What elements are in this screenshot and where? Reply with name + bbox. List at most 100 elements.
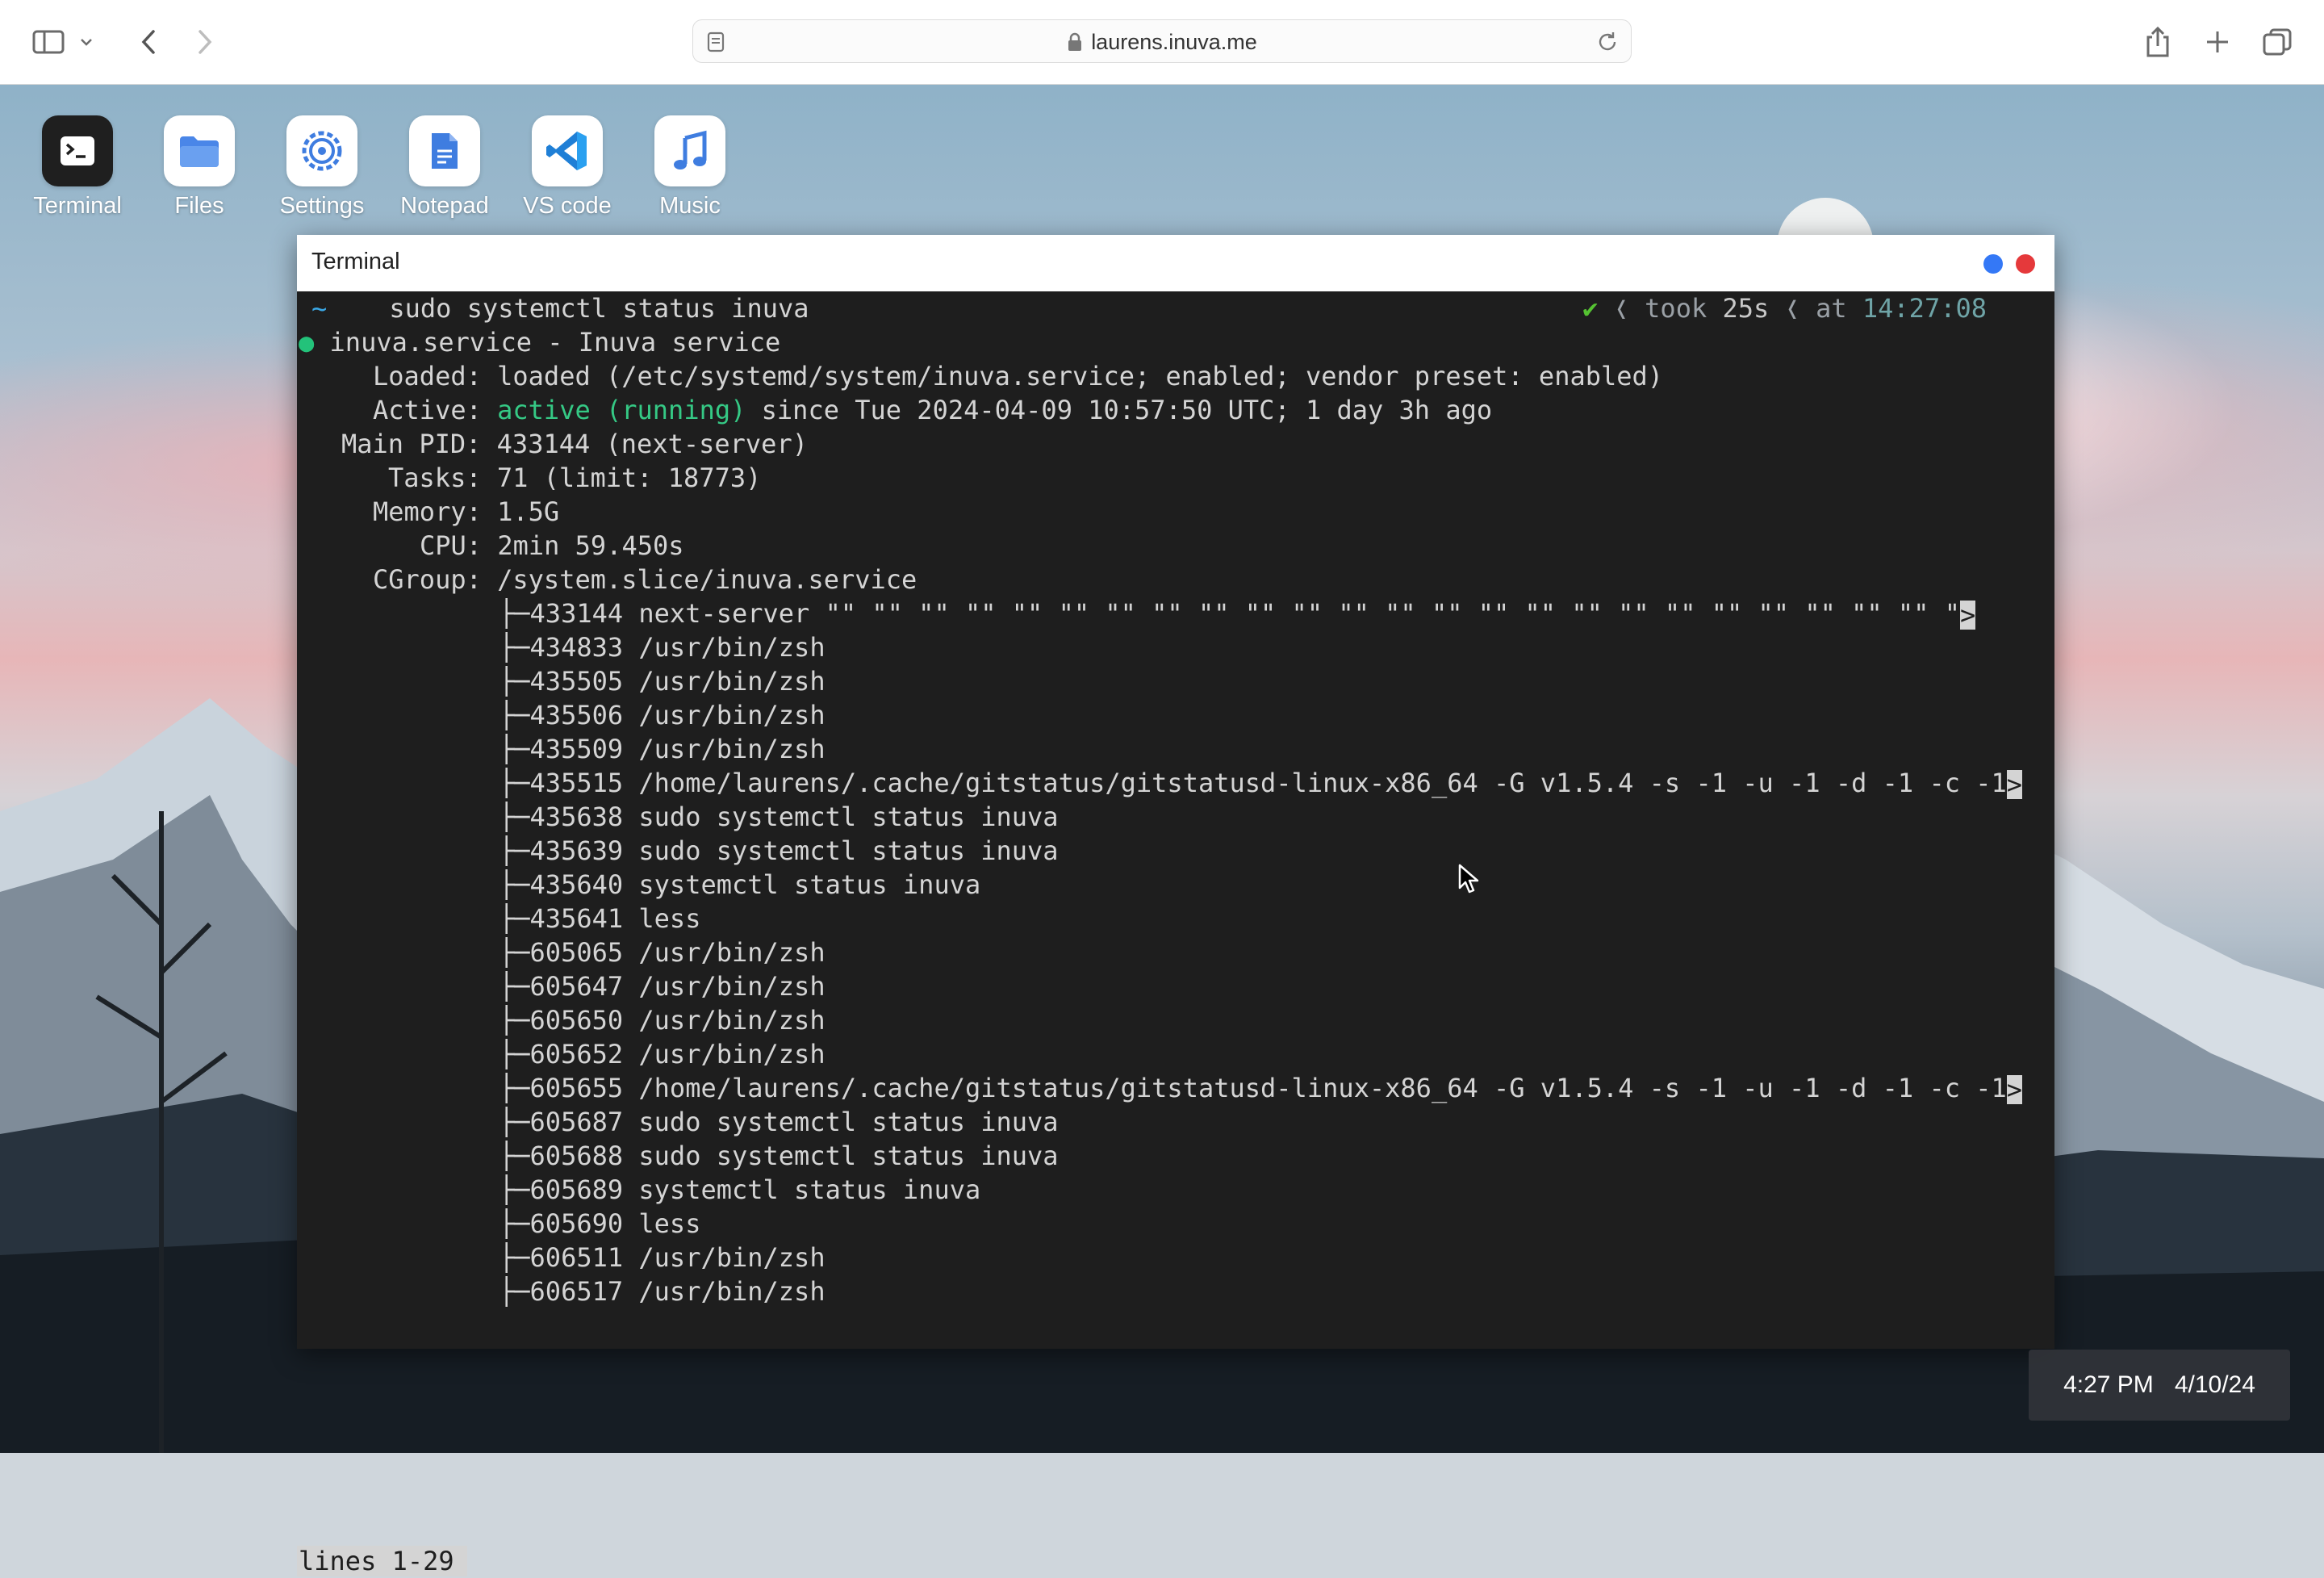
- close-button[interactable]: [2016, 254, 2035, 274]
- loaded-line: Loaded: loaded (/etc/systemd/system/inuv…: [373, 359, 1663, 393]
- tasks-line: Tasks: 71 (limit: 18773): [388, 461, 761, 495]
- process-pid: 435639: [529, 835, 624, 866]
- took-label: took: [1645, 293, 1707, 324]
- process-command: /usr/bin/zsh: [638, 700, 826, 730]
- process-row: ├─435639 sudo systemctl status inuva: [499, 834, 1059, 868]
- mainpid-line: Main PID: 433144 (next-server): [341, 427, 808, 461]
- memory-label: Memory:: [373, 496, 482, 527]
- took-value: 25s: [1722, 293, 1770, 324]
- terminal-output[interactable]: ~ sudo systemctl status inuva ✔ ❬ took 2…: [297, 291, 2054, 1576]
- sidebar-toggle-icon[interactable]: [27, 21, 69, 63]
- active-line: Active: active (running) since Tue 2024-…: [373, 393, 1492, 427]
- chevron-down-icon[interactable]: [74, 21, 98, 63]
- share-icon[interactable]: [2137, 21, 2179, 63]
- loaded-label: Loaded:: [373, 361, 482, 391]
- service-header: ● inuva.service - Inuva service: [299, 325, 780, 359]
- process-pid: 435505: [529, 666, 624, 697]
- dock-item-notepad[interactable]: Notepad: [392, 115, 497, 228]
- process-row: ├─606517 /usr/bin/zsh: [499, 1275, 826, 1308]
- process-pid: 435506: [529, 700, 624, 730]
- process-tree-branch: ├─: [499, 1073, 530, 1103]
- minimize-button[interactable]: [1983, 254, 2003, 274]
- terminal-title: Terminal: [311, 249, 400, 274]
- active-label: Active:: [373, 395, 482, 425]
- process-command: systemctl status inuva: [638, 1174, 981, 1205]
- process-row: ├─435509 /usr/bin/zsh: [499, 732, 826, 766]
- process-pid: 605688: [529, 1141, 624, 1171]
- process-pid: 605647: [529, 971, 624, 1002]
- process-row: ├─605689 systemctl status inuva: [499, 1173, 980, 1207]
- folder-icon[interactable]: [164, 115, 235, 186]
- dock-item-settings[interactable]: Settings: [270, 115, 374, 228]
- process-row: ├─435505 /usr/bin/zsh: [499, 664, 826, 698]
- process-pid: 605065: [529, 937, 624, 968]
- back-icon[interactable]: [127, 21, 169, 63]
- process-pid: 606511: [529, 1242, 624, 1273]
- terminal-window[interactable]: Terminal ~ sudo systemctl status inuva ✔…: [297, 235, 2054, 1576]
- terminal-icon[interactable]: [42, 115, 113, 186]
- process-row: ├─435515 /home/laurens/.cache/gitstatus/…: [499, 766, 2023, 800]
- process-tree-branch: ├─: [499, 1242, 530, 1273]
- process-row: ├─435638 sudo systemctl status inuva: [499, 800, 1059, 834]
- vscode-icon[interactable]: [532, 115, 603, 186]
- process-row: ├─433144 next-server "" "" "" "" "" "" "…: [499, 596, 1976, 630]
- browser-toolbar: laurens.inuva.me: [0, 0, 2324, 85]
- terminal-titlebar[interactable]: Terminal: [297, 235, 2054, 291]
- cgroup-value: /system.slice/inuva.service: [497, 564, 917, 595]
- document-icon[interactable]: [409, 115, 480, 186]
- process-row: ├─605655 /home/laurens/.cache/gitstatus/…: [499, 1071, 2023, 1105]
- url-text: laurens.inuva.me: [1091, 29, 1257, 54]
- process-tree-branch: ├─: [499, 903, 530, 934]
- prompt-tilde: ~: [311, 293, 328, 324]
- dock-item-vscode[interactable]: VS code: [515, 115, 620, 228]
- dock-label-terminal: Terminal: [33, 193, 122, 219]
- truncation-marker: >: [2006, 769, 2023, 800]
- loaded-value: loaded (/etc/systemd/system/inuva.servic…: [497, 361, 1664, 391]
- memory-value: 1.5G: [497, 496, 560, 527]
- process-command: /usr/bin/zsh: [638, 666, 826, 697]
- process-tree-branch: ├─: [499, 632, 530, 663]
- process-pid: 433144: [529, 598, 624, 629]
- process-tree-branch: ├─: [499, 1039, 530, 1069]
- process-command: /usr/bin/zsh: [638, 1039, 826, 1069]
- active-since: since Tue 2024-04-09 10:57:50 UTC; 1 day…: [761, 395, 1493, 425]
- process-tree-branch: ├─: [499, 1276, 530, 1307]
- at-label: at: [1816, 293, 1847, 324]
- dock-item-music[interactable]: Music: [637, 115, 742, 228]
- reload-icon[interactable]: [1595, 30, 1620, 54]
- new-tab-icon[interactable]: [2197, 21, 2238, 63]
- dock-item-files[interactable]: Files: [147, 115, 252, 228]
- cgroup-line: CGroup: /system.slice/inuva.service: [373, 563, 917, 596]
- process-tree-branch: ├─: [499, 734, 530, 764]
- process-row: ├─605690 less: [499, 1207, 700, 1241]
- process-pid: 605689: [529, 1174, 624, 1205]
- process-pid: 434833: [529, 632, 624, 663]
- process-pid: 605690: [529, 1208, 624, 1239]
- process-command: /usr/bin/zsh: [638, 1005, 826, 1036]
- process-command: /usr/bin/zsh: [638, 937, 826, 968]
- dock-label-settings: Settings: [279, 193, 365, 219]
- url-display[interactable]: laurens.inuva.me: [693, 20, 1631, 64]
- pager-indicator-text: lines 1-29: [297, 1546, 467, 1576]
- process-tree-branch: ├─: [499, 666, 530, 697]
- process-pid: 605650: [529, 1005, 624, 1036]
- clock-widget[interactable]: 4:27 PM 4/10/24: [2029, 1350, 2290, 1421]
- tasks-value: 71 (limit: 18773): [496, 463, 762, 493]
- process-command: next-server "" "" "" "" "" "" "" "" "" "…: [638, 598, 1960, 629]
- clock-date: 4/10/24: [2174, 1371, 2255, 1398]
- process-command: systemctl status inuva: [638, 869, 981, 900]
- process-command: sudo systemctl status inuva: [638, 835, 1059, 866]
- process-pid: 435638: [529, 802, 624, 832]
- process-pid: 435641: [529, 903, 624, 934]
- prompt-command: sudo systemctl status inuva: [389, 293, 809, 324]
- process-row: ├─605650 /usr/bin/zsh: [499, 1003, 826, 1037]
- process-row: ├─605065 /usr/bin/zsh: [499, 935, 826, 969]
- dock-item-terminal[interactable]: Terminal: [25, 115, 130, 228]
- music-note-icon[interactable]: [654, 115, 725, 186]
- process-pid: 605655: [529, 1073, 624, 1103]
- address-bar[interactable]: laurens.inuva.me: [692, 19, 1632, 63]
- gear-icon[interactable]: [286, 115, 357, 186]
- forward-icon[interactable]: [184, 21, 226, 63]
- tab-overview-icon[interactable]: [2256, 21, 2298, 63]
- process-tree-branch: ├─: [499, 937, 530, 968]
